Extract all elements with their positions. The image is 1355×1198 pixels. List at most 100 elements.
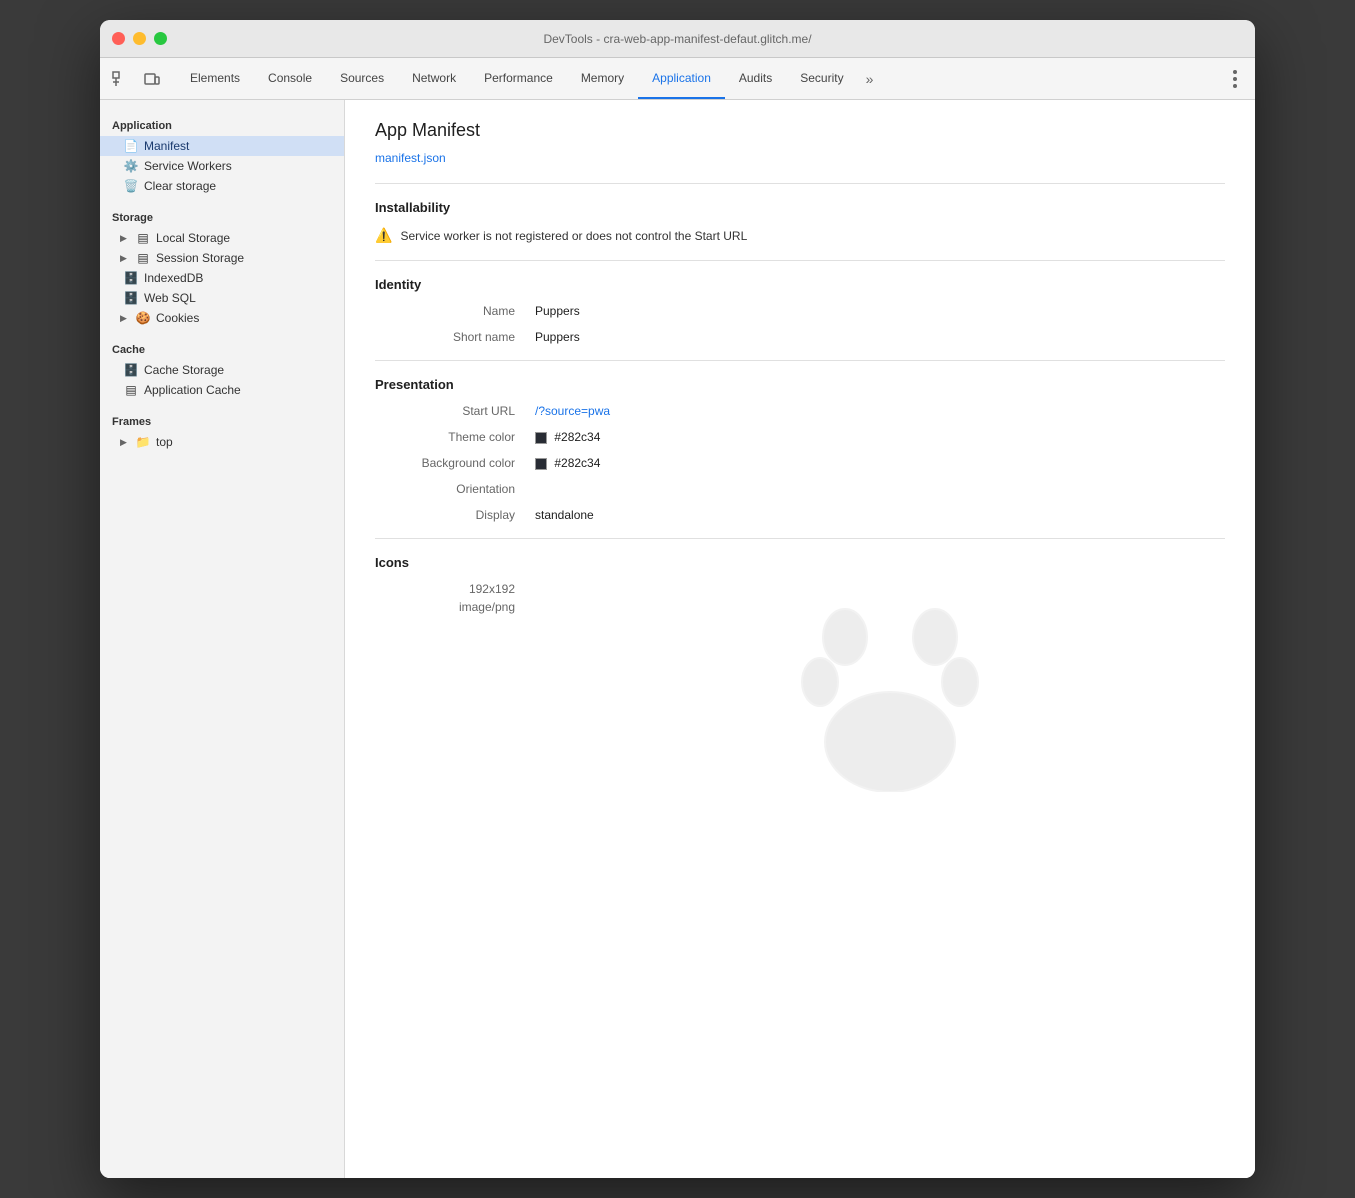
identity-section: Identity Name Puppers Short name Puppers (375, 260, 1225, 344)
expand-arrow-icon: ▶ (120, 233, 130, 243)
traffic-lights (112, 32, 167, 45)
icon-type: image/png (375, 600, 535, 614)
orientation-label: Orientation (375, 482, 535, 496)
sidebar-item-cache-storage-label: Cache Storage (144, 363, 224, 377)
sidebar-item-clear-storage[interactable]: 🗑️ Clear storage (100, 176, 344, 196)
tab-console[interactable]: Console (254, 58, 326, 99)
minimize-button[interactable] (133, 32, 146, 45)
orientation-field-row: Orientation (375, 482, 1225, 496)
start-url-value[interactable]: /?source=pwa (535, 404, 610, 418)
sidebar-item-cookies[interactable]: ▶ 🍪 Cookies (100, 308, 344, 328)
local-storage-icon: ▤ (136, 231, 150, 245)
sidebar-divider (100, 400, 344, 408)
application-cache-icon: ▤ (124, 383, 138, 397)
manifest-icon: 📄 (124, 139, 138, 153)
cache-storage-icon: 🗄️ (124, 363, 138, 377)
start-url-label: Start URL (375, 404, 535, 418)
sidebar-item-manifest[interactable]: 📄 Manifest (100, 136, 344, 156)
sidebar-item-manifest-label: Manifest (144, 139, 189, 153)
theme-color-label: Theme color (375, 430, 535, 444)
device-icon[interactable] (140, 67, 164, 91)
sidebar-section-application: Application (100, 112, 344, 136)
sidebar-divider (100, 328, 344, 336)
short-name-label: Short name (375, 330, 535, 344)
menu-dot (1233, 84, 1237, 88)
sidebar-item-websql-label: Web SQL (144, 291, 196, 305)
sidebar-section-frames: Frames (100, 408, 344, 432)
tab-security[interactable]: Security (786, 58, 857, 99)
tab-audits[interactable]: Audits (725, 58, 786, 99)
inspect-icon[interactable] (108, 67, 132, 91)
installability-title: Installability (375, 200, 1225, 215)
menu-dot (1233, 77, 1237, 81)
gear-icon: ⚙️ (124, 159, 138, 173)
sidebar-item-application-cache[interactable]: ▤ Application Cache (100, 380, 344, 400)
toolbar: Elements Console Sources Network Perform… (100, 58, 1255, 100)
manifest-link[interactable]: manifest.json (375, 151, 446, 165)
start-url-field-row: Start URL /?source=pwa (375, 404, 1225, 418)
title-bar: DevTools - cra-web-app-manifest-defaut.g… (100, 20, 1255, 58)
display-value: standalone (535, 508, 594, 522)
sidebar-item-service-workers[interactable]: ⚙️ Service Workers (100, 156, 344, 176)
expand-arrow-icon: ▶ (120, 313, 130, 323)
main-content: Application 📄 Manifest ⚙️ Service Worker… (100, 100, 1255, 1178)
sidebar-item-websql[interactable]: 🗄️ Web SQL (100, 288, 344, 308)
installability-warning: ⚠️ Service worker is not registered or d… (375, 227, 1225, 244)
name-label: Name (375, 304, 535, 318)
short-name-field-row: Short name Puppers (375, 330, 1225, 344)
short-name-value: Puppers (535, 330, 580, 344)
icon-size: 192x192 (375, 582, 535, 596)
sidebar: Application 📄 Manifest ⚙️ Service Worker… (100, 100, 345, 1178)
close-button[interactable] (112, 32, 125, 45)
installability-warning-text: Service worker is not registered or does… (400, 229, 747, 243)
name-field-row: Name Puppers (375, 304, 1225, 318)
sidebar-item-session-storage[interactable]: ▶ ▤ Session Storage (100, 248, 344, 268)
cookies-icon: 🍪 (136, 311, 150, 325)
sidebar-item-local-storage[interactable]: ▶ ▤ Local Storage (100, 228, 344, 248)
session-storage-icon: ▤ (136, 251, 150, 265)
sidebar-item-cookies-label: Cookies (156, 311, 199, 325)
sidebar-divider (100, 196, 344, 204)
devtools-menu-button[interactable] (1223, 67, 1247, 91)
presentation-section: Presentation Start URL /?source=pwa Them… (375, 360, 1225, 522)
sidebar-item-indexeddb[interactable]: 🗄️ IndexedDB (100, 268, 344, 288)
sidebar-item-frames-top-label: top (156, 435, 173, 449)
frame-icon: 📁 (136, 435, 150, 449)
menu-dot (1233, 70, 1237, 74)
name-value: Puppers (535, 304, 580, 318)
tab-memory[interactable]: Memory (567, 58, 638, 99)
sidebar-item-indexeddb-label: IndexedDB (144, 271, 203, 285)
tabs-container: Elements Console Sources Network Perform… (176, 58, 881, 99)
more-tabs-button[interactable]: » (858, 58, 882, 99)
warning-icon: ⚠️ (375, 227, 392, 244)
theme-color-swatch (535, 432, 547, 444)
presentation-title: Presentation (375, 377, 1225, 392)
websql-icon: 🗄️ (124, 291, 138, 305)
tab-sources[interactable]: Sources (326, 58, 398, 99)
tab-application[interactable]: Application (638, 58, 725, 99)
sidebar-section-cache: Cache (100, 336, 344, 360)
display-field-row: Display standalone (375, 508, 1225, 522)
sidebar-item-cache-storage[interactable]: 🗄️ Cache Storage (100, 360, 344, 380)
maximize-button[interactable] (154, 32, 167, 45)
toolbar-icons (108, 67, 164, 91)
bg-color-field-row: Background color #282c34 (375, 456, 1225, 470)
sidebar-item-service-workers-label: Service Workers (144, 159, 232, 173)
sidebar-item-frames-top[interactable]: ▶ 📁 top (100, 432, 344, 452)
window-title: DevTools - cra-web-app-manifest-defaut.g… (543, 32, 811, 46)
icons-section: Icons 192x192 image/png (375, 538, 1225, 792)
sidebar-item-local-storage-label: Local Storage (156, 231, 230, 245)
tab-elements[interactable]: Elements (176, 58, 254, 99)
paw-icon (800, 592, 980, 792)
expand-arrow-icon: ▶ (120, 253, 130, 263)
theme-color-value: #282c34 (535, 430, 600, 444)
identity-title: Identity (375, 277, 1225, 292)
sidebar-section-storage: Storage (100, 204, 344, 228)
expand-arrow-icon: ▶ (120, 437, 130, 447)
trash-icon: 🗑️ (124, 179, 138, 193)
bg-color-value: #282c34 (535, 456, 600, 470)
sidebar-item-application-cache-label: Application Cache (144, 383, 241, 397)
tab-performance[interactable]: Performance (470, 58, 567, 99)
sidebar-item-clear-storage-label: Clear storage (144, 179, 216, 193)
tab-network[interactable]: Network (398, 58, 470, 99)
